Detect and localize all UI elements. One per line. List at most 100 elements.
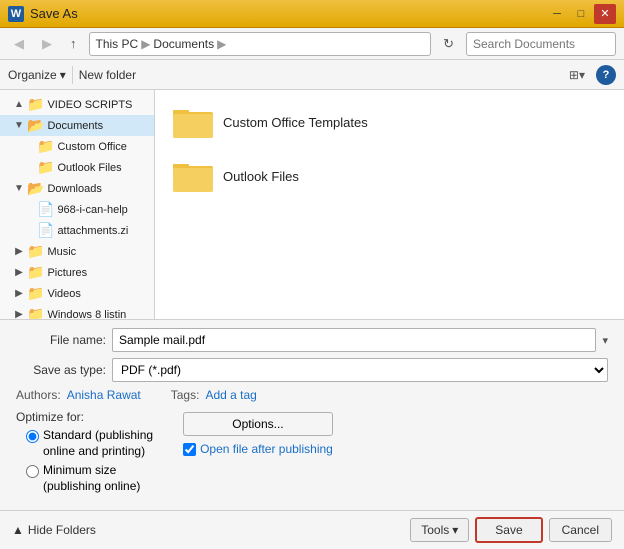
filename-dropdown-icon[interactable]: ▾ <box>602 334 608 347</box>
sidebar-item-custom-office[interactable]: 📁 Custom Office <box>0 136 154 157</box>
file-item-label: Custom Office Templates <box>223 115 368 130</box>
bottom-section: File name: ▾ Save as type: PDF (*.pdf) A… <box>0 320 624 510</box>
sidebar-item-label: Windows 8 listin <box>47 309 126 320</box>
search-input[interactable] <box>473 37 624 51</box>
view-dropdown-icon: ▾ <box>579 68 585 82</box>
sidebar-item-pictures[interactable]: ▶ 📁 Pictures <box>0 262 154 283</box>
sidebar-item-outlook-files[interactable]: 📁 Outlook Files <box>0 157 154 178</box>
folder-open-icon: 📂 <box>27 117 44 134</box>
hide-folders-icon: ▲ <box>12 523 24 537</box>
minimum-radio[interactable] <box>26 465 39 478</box>
sidebar-item-attachments[interactable]: 📄 attachments.zi <box>0 220 154 241</box>
open-after-checkbox[interactable] <box>183 443 196 456</box>
big-folder-icon <box>173 158 213 194</box>
sidebar-item-label: Downloads <box>47 183 101 195</box>
sidebar-item-documents[interactable]: ▼ 📂 Documents <box>0 115 154 136</box>
up-button[interactable]: ↑ <box>64 33 83 54</box>
standard-radio-item[interactable]: Standard (publishingonline and printing) <box>26 428 153 459</box>
folder-icon: 📁 <box>27 264 44 281</box>
standard-radio-label: Standard (publishingonline and printing) <box>43 428 153 459</box>
sidebar-item-video-scripts[interactable]: ▲ 📁 VIDEO SCRIPTS <box>0 94 154 115</box>
filename-row: File name: ▾ <box>16 328 608 352</box>
help-button[interactable]: ? <box>596 65 616 85</box>
second-toolbar-left: Organize ▾ New folder <box>8 66 136 84</box>
file-item-custom-office[interactable]: Custom Office Templates <box>165 100 614 144</box>
saveastype-label: Save as type: <box>16 363 106 377</box>
main-content: ▲ 📁 VIDEO SCRIPTS ▼ 📂 Documents 📁 Custom… <box>0 90 624 320</box>
tags-value[interactable]: Add a tag <box>205 388 256 402</box>
title-bar-left: W Save As <box>8 6 78 22</box>
hide-folders-label: Hide Folders <box>28 523 96 537</box>
navigation-toolbar: ◀ ▶ ↑ This PC ▶ Documents ▶ ↻ 🔍 <box>0 28 624 60</box>
sidebar-item-label: Videos <box>47 288 80 300</box>
hide-folders-button[interactable]: ▲ Hide Folders <box>12 523 96 537</box>
sidebar-item-968[interactable]: 📄 968-i-can-help <box>0 199 154 220</box>
folder-icon: 📁 <box>37 138 54 155</box>
refresh-button[interactable]: ↻ <box>437 33 460 55</box>
radio-group: Standard (publishingonline and printing)… <box>16 428 153 494</box>
sidebar-item-label: Custom Office <box>57 141 127 153</box>
expand-icon: ▶ <box>14 288 24 299</box>
back-button[interactable]: ◀ <box>8 33 30 55</box>
file-item-label: Outlook Files <box>223 169 299 184</box>
tags-label: Tags: <box>171 388 200 402</box>
search-bar: 🔍 <box>466 32 616 56</box>
options-row: Optimize for: Standard (publishingonline… <box>16 410 608 494</box>
sidebar-item-label: attachments.zi <box>57 225 128 237</box>
close-button[interactable]: ✕ <box>594 4 616 24</box>
standard-radio[interactable] <box>26 430 39 443</box>
sidebar-item-music[interactable]: ▶ 📁 Music <box>0 241 154 262</box>
breadcrumb-documents: Documents <box>153 37 214 51</box>
tools-label: Tools <box>421 523 449 537</box>
sidebar-item-downloads[interactable]: ▼ 📂 Downloads <box>0 178 154 199</box>
footer-bar: ▲ Hide Folders Tools ▾ Save Cancel <box>0 510 624 549</box>
folder-icon: 📁 <box>27 243 44 260</box>
new-folder-button[interactable]: New folder <box>79 68 136 82</box>
folder-icon: 📁 <box>27 306 44 319</box>
right-options: Options... Open file after publishing <box>183 410 333 456</box>
second-toolbar-right: ⊞ ▾ ? <box>562 65 616 85</box>
authors-group: Authors: Anisha Rawat <box>16 388 141 402</box>
folder-icon: 📁 <box>37 159 54 176</box>
cancel-button[interactable]: Cancel <box>549 518 612 542</box>
breadcrumb-thispc: This PC <box>96 37 139 51</box>
minimize-button[interactable]: ─ <box>546 4 568 24</box>
file-area: Custom Office Templates Outlook Files <box>155 90 624 319</box>
options-button[interactable]: Options... <box>183 412 333 436</box>
meta-row: Authors: Anisha Rawat Tags: Add a tag <box>16 388 608 402</box>
authors-value[interactable]: Anisha Rawat <box>67 388 141 402</box>
sidebar-item-label: Documents <box>47 120 103 132</box>
forward-button[interactable]: ▶ <box>36 33 58 55</box>
minimum-radio-label: Minimum size(publishing online) <box>43 463 140 494</box>
saveastype-select[interactable]: PDF (*.pdf) <box>112 358 608 382</box>
expand-icon: ▼ <box>14 120 24 131</box>
sidebar-item-windows8[interactable]: ▶ 📁 Windows 8 listin <box>0 304 154 319</box>
saveastype-row: Save as type: PDF (*.pdf) <box>16 358 608 382</box>
tools-button[interactable]: Tools ▾ <box>410 518 469 542</box>
sidebar-item-label: Pictures <box>47 267 87 279</box>
expand-icon: ▼ <box>14 183 24 194</box>
big-folder-icon <box>173 104 213 140</box>
folder-open-icon: 📂 <box>27 180 44 197</box>
organize-button[interactable]: Organize ▾ <box>8 68 66 82</box>
save-button[interactable]: Save <box>475 517 542 543</box>
sidebar: ▲ 📁 VIDEO SCRIPTS ▼ 📂 Documents 📁 Custom… <box>0 90 155 319</box>
second-toolbar: Organize ▾ New folder ⊞ ▾ ? <box>0 60 624 90</box>
sidebar-item-videos[interactable]: ▶ 📁 Videos <box>0 283 154 304</box>
breadcrumb-bar[interactable]: This PC ▶ Documents ▶ <box>89 32 432 56</box>
maximize-button[interactable]: □ <box>570 4 592 24</box>
folder-icon: 📁 <box>27 96 44 113</box>
footer-right: Tools ▾ Save Cancel <box>410 517 612 543</box>
tags-group: Tags: Add a tag <box>171 388 257 402</box>
word-icon: W <box>8 6 24 22</box>
filename-input[interactable] <box>112 328 596 352</box>
breadcrumb-separator: ▶ <box>141 37 150 51</box>
minimum-radio-item[interactable]: Minimum size(publishing online) <box>26 463 153 494</box>
file-icon: 📄 <box>37 222 54 239</box>
view-button[interactable]: ⊞ ▾ <box>562 65 592 85</box>
open-after-checkbox-item[interactable]: Open file after publishing <box>183 442 333 456</box>
optimize-label: Optimize for: <box>16 410 153 424</box>
tools-arrow-icon: ▾ <box>452 523 458 537</box>
folder-icon: 📁 <box>27 285 44 302</box>
file-item-outlook-files[interactable]: Outlook Files <box>165 154 614 198</box>
